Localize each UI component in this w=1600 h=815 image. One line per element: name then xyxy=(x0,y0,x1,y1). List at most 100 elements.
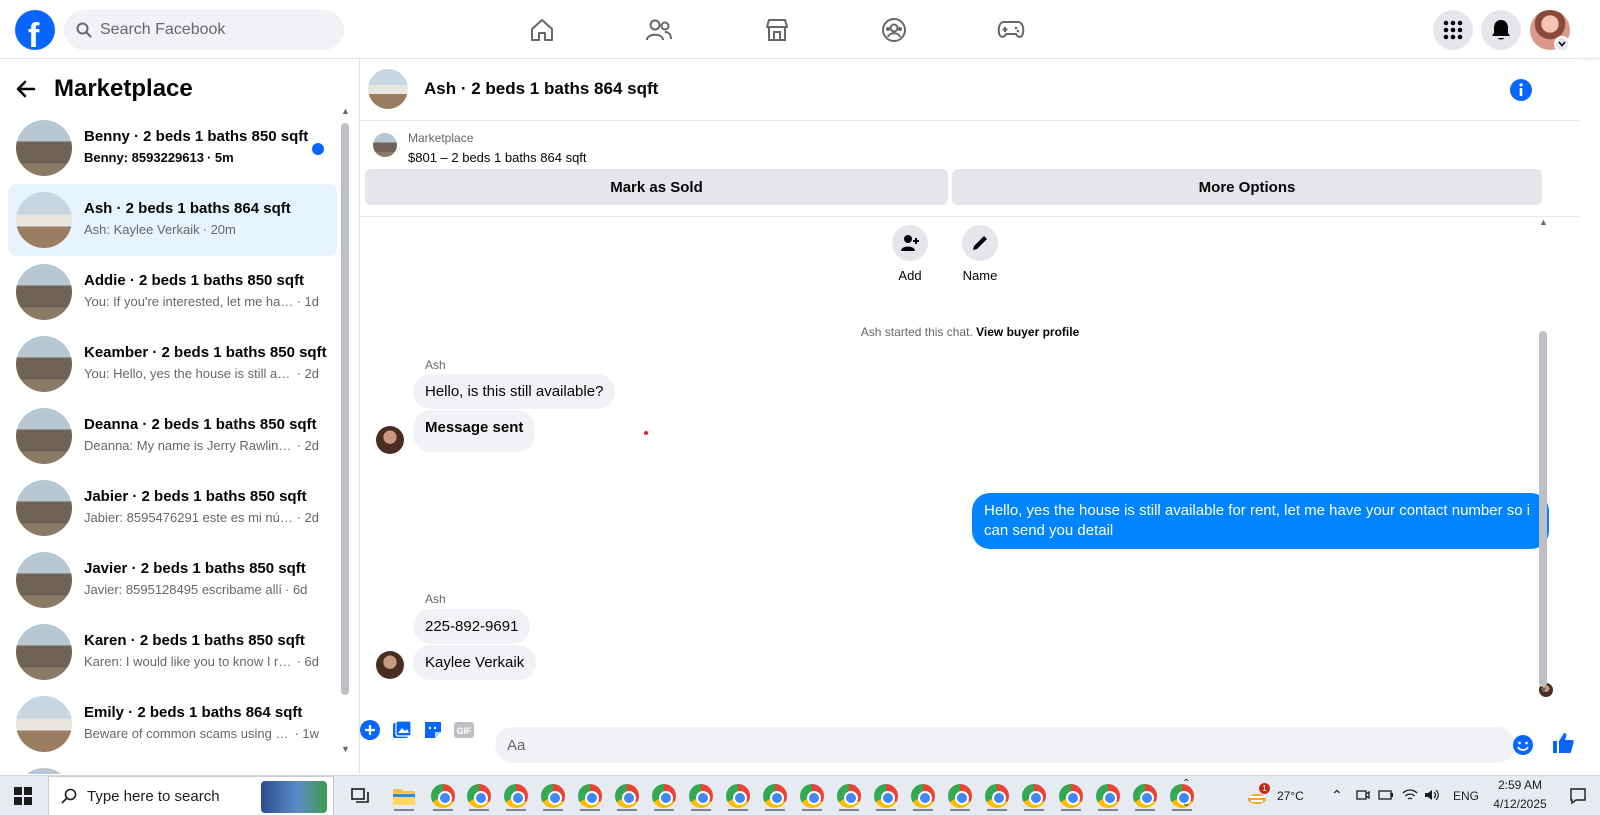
more-options-button[interactable]: More Options xyxy=(952,169,1542,205)
chrome-browser-icon[interactable] xyxy=(1129,780,1161,812)
chrome-browser-icon[interactable] xyxy=(833,780,865,812)
chat-scroll-down-arrow-icon[interactable]: ▼ xyxy=(1539,685,1548,695)
listing-thumbnail[interactable] xyxy=(373,133,397,157)
sender-avatar[interactable] xyxy=(376,651,404,679)
chrome-browser-icon[interactable] xyxy=(648,780,680,812)
marketplace-icon[interactable] xyxy=(759,12,795,48)
search-facebook[interactable] xyxy=(64,10,344,50)
listing-thumbnail xyxy=(16,336,72,392)
chrome-browser-icon[interactable] xyxy=(574,780,606,812)
chrome-browser-icon[interactable] xyxy=(685,780,717,812)
sticker-icon[interactable] xyxy=(423,720,443,740)
file-explorer-icon[interactable] xyxy=(388,780,420,812)
conversation-item[interactable]: Karen · 2 beds 1 baths 850 sqft xyxy=(8,760,337,774)
chrome-browser-icon[interactable] xyxy=(870,780,902,812)
chrome-browser-icon[interactable] xyxy=(907,780,939,812)
chat-scroll-up-arrow-icon[interactable]: ▲ xyxy=(1539,217,1548,227)
mark-as-sold-button[interactable]: Mark as Sold xyxy=(365,169,948,205)
taskbar-search[interactable] xyxy=(48,776,334,815)
search-highlight-image xyxy=(261,781,327,813)
account-chevron-down-icon[interactable] xyxy=(1554,36,1570,52)
clock-date[interactable]: 4/12/2025 xyxy=(1487,797,1553,811)
chrome-browser-icon[interactable] xyxy=(1018,780,1050,812)
conversation-item[interactable]: Emily · 2 beds 1 baths 864 sqft Beware of… xyxy=(8,688,337,760)
chat-started-notice: Ash started this chat. View buyer profil… xyxy=(361,325,1579,339)
wifi-icon[interactable] xyxy=(1402,788,1418,802)
conversation-item[interactable]: Addie · 2 beds 1 baths 850 sqft You: If y… xyxy=(8,256,337,328)
tray-expand-down-icon[interactable]: ⌄ xyxy=(1182,798,1190,809)
incoming-message[interactable]: Kaylee Verkaik xyxy=(413,645,537,680)
listing-thumbnail xyxy=(16,480,72,536)
groups-icon[interactable] xyxy=(876,12,912,48)
chat-listing-avatar[interactable] xyxy=(368,69,408,109)
temperature[interactable]: 27°C xyxy=(1277,789,1304,803)
tray-expand-up-icon[interactable]: ⌃ xyxy=(1182,778,1190,789)
conversation-item[interactable]: Benny · 2 beds 1 baths 850 sqft Benny: 85… xyxy=(8,112,337,184)
chrome-browser-icon[interactable] xyxy=(1055,780,1087,812)
listing-source: Marketplace xyxy=(408,131,474,145)
chrome-browser-icon[interactable] xyxy=(463,780,495,812)
plus-circle-icon[interactable] xyxy=(360,720,380,740)
notifications-bell-icon[interactable] xyxy=(1481,10,1521,50)
chrome-browser-icon[interactable] xyxy=(537,780,569,812)
chrome-browser-icon[interactable] xyxy=(722,780,754,812)
gif-icon[interactable]: GIF xyxy=(454,720,474,740)
conversation-preview: You: Hello, yes the house is still ava..… xyxy=(84,366,319,381)
incoming-message[interactable]: Hello, is this still available? xyxy=(413,374,616,409)
chat-title[interactable]: Ash · 2 beds 1 baths 864 sqft xyxy=(424,79,658,99)
conversation-panel: Ash · 2 beds 1 baths 864 sqft Marketplac… xyxy=(361,59,1579,774)
search-input[interactable] xyxy=(100,21,320,39)
task-view-icon[interactable] xyxy=(345,780,377,812)
scroll-up-arrow-icon[interactable]: ▲ xyxy=(341,106,350,116)
chrome-browser-icon[interactable] xyxy=(981,780,1013,812)
conversation-list: Benny · 2 beds 1 baths 850 sqft Benny: 85… xyxy=(8,112,337,774)
outgoing-message[interactable]: Hello, yes the house is still available … xyxy=(972,493,1549,549)
notification-center-icon[interactable] xyxy=(1569,787,1587,805)
name-label: Name xyxy=(962,268,998,283)
conversation-item[interactable]: Jabier · 2 beds 1 baths 850 sqft Jabier: … xyxy=(8,472,337,544)
incoming-message[interactable]: Message sent xyxy=(413,410,536,452)
menu-grid-icon[interactable] xyxy=(1433,10,1473,50)
chrome-browser-icon[interactable] xyxy=(759,780,791,812)
preview-text: Jabier: 8595476291 este es mi núm... xyxy=(84,510,294,525)
add-people-button[interactable]: Add xyxy=(880,225,940,283)
chrome-browser-icon[interactable] xyxy=(427,780,459,812)
conversation-item[interactable]: Ash · 2 beds 1 baths 864 sqft Ash: Kaylee… xyxy=(8,184,337,256)
info-icon[interactable] xyxy=(1509,78,1533,102)
conversation-item[interactable]: Karen · 2 beds 1 baths 850 sqft Karen: I … xyxy=(8,616,337,688)
photo-attach-icon[interactable] xyxy=(392,720,412,740)
conversation-item[interactable]: Javier · 2 beds 1 baths 850 sqft Javier: … xyxy=(8,544,337,616)
language-indicator[interactable]: ENG xyxy=(1453,789,1479,803)
emoji-icon[interactable] xyxy=(1512,734,1534,756)
message-composer-input[interactable] xyxy=(495,727,1515,763)
thumbs-up-icon[interactable] xyxy=(1551,731,1575,755)
windows-start-icon[interactable] xyxy=(14,787,32,805)
chrome-browser-icon[interactable] xyxy=(1092,780,1124,812)
sidebar-scrollbar[interactable] xyxy=(341,123,349,695)
scroll-down-arrow-icon[interactable]: ▼ xyxy=(341,744,350,754)
chrome-browser-icon[interactable] xyxy=(796,780,828,812)
facebook-logo-icon[interactable]: f xyxy=(15,10,55,50)
sender-avatar[interactable] xyxy=(376,426,404,454)
clock-time[interactable]: 2:59 AM xyxy=(1491,778,1549,792)
listing-description[interactable]: $801 – 2 beds 1 baths 864 sqft xyxy=(408,150,587,165)
incoming-message[interactable]: 225-892-9691 xyxy=(413,609,531,644)
chrome-browser-icon[interactable] xyxy=(500,780,532,812)
chrome-browser-icon[interactable] xyxy=(944,780,976,812)
gaming-icon[interactable] xyxy=(993,12,1029,48)
back-arrow-icon[interactable] xyxy=(16,79,36,99)
conversation-item[interactable]: Keamber · 2 beds 1 baths 850 sqft You: He… xyxy=(8,328,337,400)
home-icon[interactable] xyxy=(524,12,560,48)
show-hidden-icons-chevron-icon[interactable]: ⌃ xyxy=(1331,787,1343,804)
chrome-browser-icon[interactable] xyxy=(611,780,643,812)
camera-icon[interactable] xyxy=(1356,788,1370,802)
chat-scrollbar[interactable] xyxy=(1539,331,1547,687)
volume-icon[interactable] xyxy=(1424,788,1440,802)
name-chat-button[interactable]: Name xyxy=(950,225,1010,283)
battery-plug-icon[interactable] xyxy=(1378,788,1394,802)
friends-icon[interactable] xyxy=(641,12,677,48)
taskbar-search-input[interactable] xyxy=(87,787,267,805)
conversation-item[interactable]: Deanna · 2 beds 1 baths 850 sqft Deanna: … xyxy=(8,400,337,472)
listing-thumbnail xyxy=(16,192,72,248)
view-buyer-profile-link[interactable]: View buyer profile xyxy=(976,325,1079,339)
